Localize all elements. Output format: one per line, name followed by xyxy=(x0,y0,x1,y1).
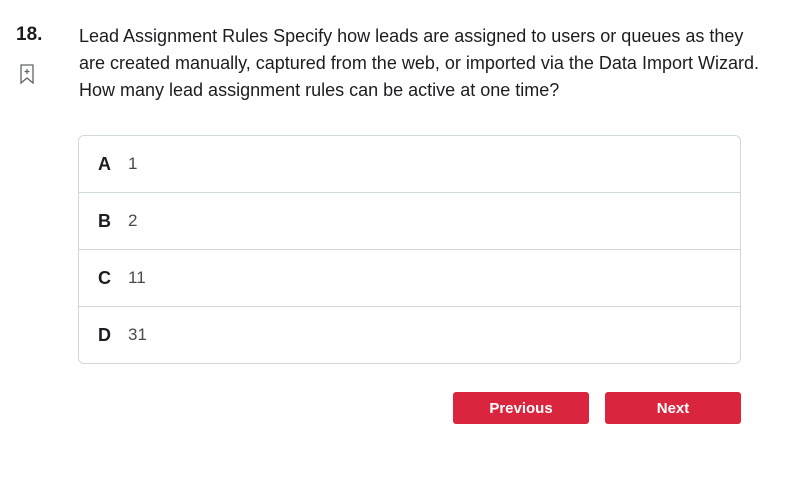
option-a[interactable]: A 1 xyxy=(79,136,740,193)
bookmark-icon[interactable] xyxy=(18,63,36,85)
option-text: 31 xyxy=(128,325,147,344)
option-text: 11 xyxy=(128,268,146,287)
option-letter: D xyxy=(98,324,111,345)
option-c[interactable]: C 11 xyxy=(79,250,740,307)
option-letter: A xyxy=(98,153,111,174)
previous-button[interactable]: Previous xyxy=(453,392,589,424)
answer-options: A 1 B 2 C 11 D 31 xyxy=(78,135,741,364)
next-button[interactable]: Next xyxy=(605,392,741,424)
option-text: 1 xyxy=(128,154,138,173)
question-number: 18. xyxy=(16,24,43,45)
option-d[interactable]: D 31 xyxy=(79,307,740,363)
option-letter: B xyxy=(98,210,111,231)
option-letter: C xyxy=(98,267,111,288)
option-b[interactable]: B 2 xyxy=(79,193,740,250)
option-text: 2 xyxy=(128,211,138,230)
question-text: Lead Assignment Rules Specify how leads … xyxy=(79,26,759,100)
